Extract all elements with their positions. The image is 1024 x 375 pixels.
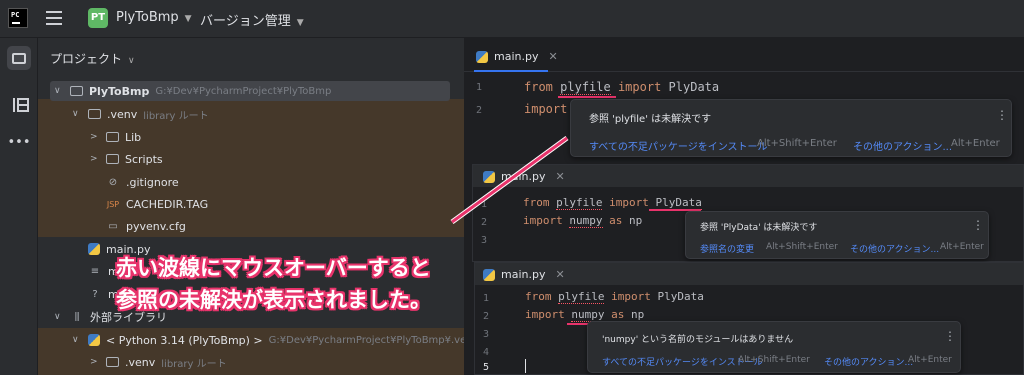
annotation-callout-line1: 赤い波線にマウスオーバーすると <box>116 256 431 280</box>
annotation-callout-line2: 参照の未解決が表示されました。 <box>116 288 431 312</box>
annotation-pointer-line <box>450 135 569 225</box>
